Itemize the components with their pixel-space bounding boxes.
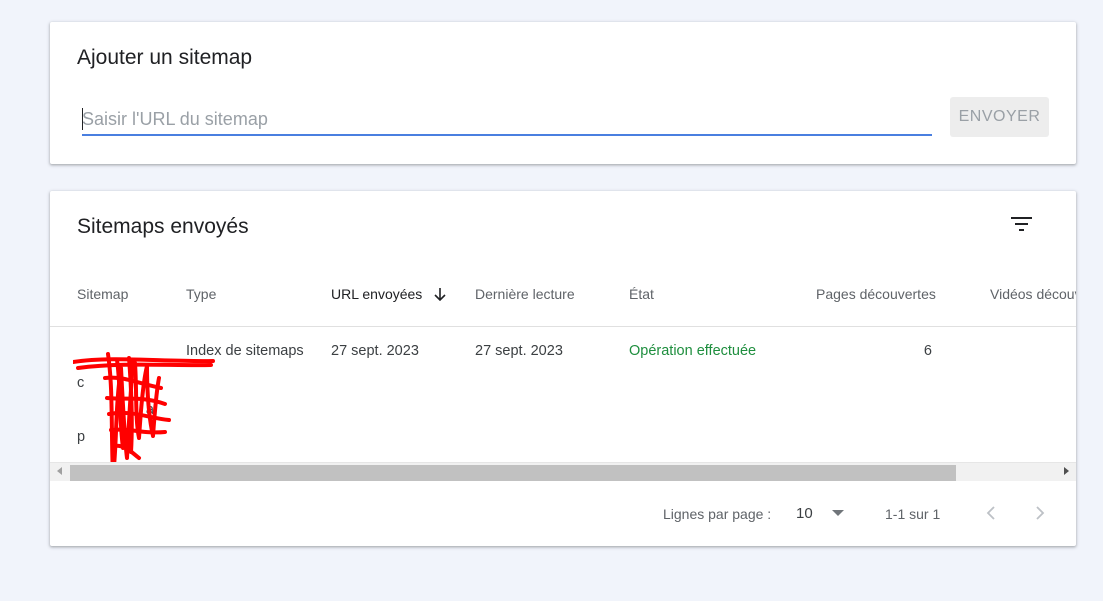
sitemap-url-field[interactable]: [82, 106, 932, 136]
chevron-down-icon[interactable]: [832, 510, 844, 516]
scroll-left-arrow-icon[interactable]: [57, 467, 62, 475]
filter-button[interactable]: [1007, 209, 1037, 239]
submitted-sitemaps-card: Sitemaps envoyés Sitemap Type URL envoyé…: [50, 191, 1076, 546]
submitted-sitemaps-title: Sitemaps envoyés: [77, 215, 249, 238]
previous-page-button[interactable]: [981, 503, 1001, 523]
add-sitemap-title: Ajouter un sitemap: [77, 46, 253, 69]
pagination-range: 1-1 sur 1: [885, 506, 941, 522]
column-header-status[interactable]: État: [629, 286, 654, 302]
column-header-sitemap[interactable]: Sitemap: [77, 286, 128, 302]
column-header-pages-discovered[interactable]: Pages découvertes: [816, 286, 936, 302]
scroll-right-arrow-icon[interactable]: [1064, 467, 1069, 475]
column-header-type[interactable]: Type: [186, 286, 216, 302]
filter-icon: [1011, 217, 1032, 231]
column-header-last-read[interactable]: Dernière lecture: [475, 286, 575, 302]
scrollbar-thumb[interactable]: [70, 465, 956, 481]
column-header-submitted-urls[interactable]: URL envoyées: [331, 286, 446, 304]
column-header-submitted-urls-label: URL envoyées: [331, 286, 423, 302]
status-badge: Opération effectuée: [629, 343, 757, 359]
rows-per-page-label: Lignes par page :: [663, 506, 772, 522]
next-page-button[interactable]: [1030, 503, 1050, 523]
send-button[interactable]: ENVOYER: [950, 97, 1049, 137]
arrow-down-icon: [434, 288, 446, 304]
last-read-date: 27 sept. 2023: [475, 343, 563, 359]
rows-per-page-select[interactable]: 10: [796, 505, 813, 522]
sitemap-type: Index de sitemaps: [186, 343, 304, 359]
table-row[interactable]: c a p Index de sitemaps 27 sept. 2023 27…: [50, 327, 1076, 478]
add-sitemap-card: Ajouter un sitemap ENVOYER: [50, 22, 1076, 164]
horizontal-scrollbar[interactable]: [50, 462, 1076, 481]
submitted-date: 27 sept. 2023: [331, 343, 419, 359]
column-header-videos-discovered[interactable]: Vidéos découv: [990, 286, 1076, 302]
table-header: Sitemap Type URL envoyées Dernière lectu…: [50, 271, 1076, 327]
chevron-left-icon: [986, 506, 995, 520]
sitemap-url-cell[interactable]: c a p: [73, 343, 215, 478]
sitemap-url-input[interactable]: [82, 106, 932, 132]
text-caret: [82, 108, 83, 130]
pages-discovered-count: 6: [923, 343, 932, 359]
chevron-right-icon: [1036, 506, 1045, 520]
